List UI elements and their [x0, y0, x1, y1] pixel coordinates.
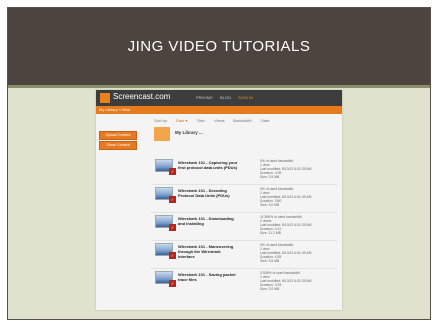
- video-meta: 0% of used bandwidth 1 view Last modifie…: [260, 243, 312, 263]
- video-meta: 0% of used bandwidth 1 view Last modifie…: [260, 159, 312, 179]
- video-row[interactable]: ✓ Wireshark 101 - Saving packet trace fi…: [151, 271, 341, 297]
- library-title: My Library ...: [175, 130, 203, 135]
- title-banner: JING VIDEO TUTORIALS: [8, 8, 430, 85]
- row-divider: [151, 240, 337, 241]
- row-divider: [151, 184, 337, 185]
- video-row[interactable]: ✓ Wireshark 101 - Decoding Protocol Data…: [151, 187, 341, 213]
- video-row[interactable]: ✓ Wireshark 101 - Maneuvering through th…: [151, 243, 341, 269]
- sort-option-bandwidth[interactable]: Bandwidth: [233, 118, 252, 123]
- accent-divider: [8, 85, 430, 88]
- breadcrumb-bar: My Library » Wire: [96, 106, 342, 114]
- screencast-logo-icon: [100, 93, 110, 103]
- slide-title: JING VIDEO TUTORIALS: [127, 38, 311, 55]
- flash-icon: ✓: [169, 224, 176, 231]
- breadcrumb[interactable]: My Library » Wire: [99, 107, 130, 112]
- screencast-screenshot: Screencast.com PRICING BLOG SIGN IN My L…: [96, 90, 342, 310]
- site-logo: Screencast.com: [113, 92, 171, 101]
- nav-sign-in[interactable]: SIGN IN: [238, 95, 253, 100]
- video-meta: 11.906% of used bandwidth 2 views Last m…: [260, 215, 312, 235]
- upload-content-button[interactable]: Upload Content: [99, 131, 137, 140]
- sort-option-views[interactable]: Views: [214, 118, 225, 123]
- flash-icon: ✓: [169, 196, 176, 203]
- video-title[interactable]: Wireshark 101 - Capturing your first pro…: [178, 160, 238, 170]
- video-meta: 0% of used bandwidth 1 view Last modifie…: [260, 187, 312, 207]
- share-content-button[interactable]: Share Content: [99, 141, 137, 150]
- video-title[interactable]: Wireshark 101 - Maneuvering through the …: [178, 244, 238, 259]
- video-row[interactable]: ✓ Wireshark 101 - Downloading and Instal…: [151, 215, 341, 241]
- nav-blog[interactable]: BLOG: [220, 95, 231, 100]
- site-header: Screencast.com PRICING BLOG SIGN IN: [96, 90, 342, 106]
- sort-option-date[interactable]: Date ▾: [176, 118, 188, 123]
- sort-option-size[interactable]: Size: [197, 118, 205, 123]
- row-divider: [151, 268, 337, 269]
- video-title[interactable]: Wireshark 101 - Downloading and Installi…: [178, 216, 238, 226]
- video-meta: 3.906% of used bandwidth 1 view Last mod…: [260, 271, 312, 291]
- flash-icon: ✓: [169, 252, 176, 259]
- sort-label: Sort by:: [154, 118, 168, 123]
- nav-pricing[interactable]: PRICING: [196, 95, 213, 100]
- video-row[interactable]: ✓ Wireshark 101 - Capturing your first p…: [151, 159, 341, 185]
- flash-icon: ✓: [169, 168, 176, 175]
- sort-option-date-2[interactable]: Date: [261, 118, 269, 123]
- row-divider: [151, 212, 337, 213]
- slide: JING VIDEO TUTORIALS Screencast.com PRIC…: [7, 7, 431, 320]
- video-title[interactable]: Wireshark 101 - Decoding Protocol Data U…: [178, 188, 238, 198]
- video-title[interactable]: Wireshark 101 - Saving packet trace file…: [178, 272, 238, 282]
- folder-icon: [154, 127, 170, 141]
- flash-icon: ✓: [169, 280, 176, 287]
